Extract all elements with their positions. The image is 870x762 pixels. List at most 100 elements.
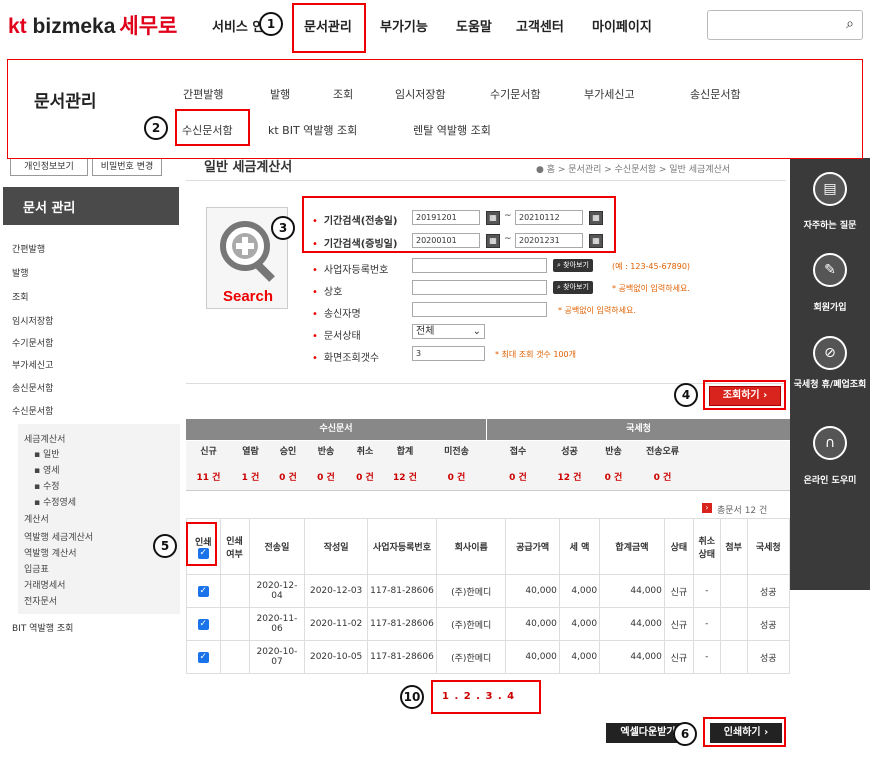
menu-temp-saved[interactable]: 임시저장함 bbox=[395, 86, 446, 102]
sub-statement[interactable]: 거래명세서 bbox=[24, 578, 65, 591]
sidebar-item-vat[interactable]: 부가세신고 bbox=[12, 358, 53, 371]
logo[interactable]: kt bizmeka 세무로 bbox=[8, 10, 177, 40]
sender-label: • 송신자명 bbox=[312, 309, 361, 320]
rb-signup[interactable]: 회원가입 bbox=[792, 300, 868, 313]
nav-service[interactable]: 서비스 안 bbox=[212, 16, 264, 35]
highlight-print-column bbox=[186, 522, 217, 566]
table-cell: 40,000 bbox=[505, 640, 560, 674]
menu-issue[interactable]: 발행 bbox=[270, 86, 290, 102]
table-cell bbox=[219, 640, 250, 674]
summary-header: 성공 bbox=[561, 447, 578, 457]
rb-faq[interactable]: 자주하는 질문 bbox=[792, 218, 868, 231]
rows-input[interactable]: 3 bbox=[412, 346, 485, 361]
sender-input[interactable] bbox=[412, 302, 547, 317]
invoice-table: 인쇄 ✓ 인쇄여부 전송일 작성일 사업자등록번호 회사이름 공급가액 세 액 합… bbox=[186, 518, 790, 674]
sidebar-item-received[interactable]: 수신문서함 bbox=[12, 404, 53, 417]
company-input[interactable] bbox=[412, 280, 547, 295]
nav-addon[interactable]: 부가기능 bbox=[380, 16, 428, 35]
sub-reverse-tax[interactable]: 역발행 세금계산서 bbox=[24, 530, 93, 543]
menu-rental-reverse[interactable]: 렌탈 역발행 조회 bbox=[413, 122, 491, 138]
title-divider bbox=[186, 180, 786, 181]
table-cell: 신규 bbox=[663, 574, 694, 608]
col-nts: 국세청 bbox=[746, 518, 790, 575]
callout-1: 1 bbox=[259, 12, 283, 36]
personal-info-button[interactable]: 개인정보보기 bbox=[10, 158, 88, 176]
menu-manual-docs[interactable]: 수기문서함 bbox=[490, 86, 541, 102]
nav-customer[interactable]: 고객센터 bbox=[516, 16, 564, 35]
pen-icon[interactable]: ✎ bbox=[813, 253, 847, 287]
summary-value: 0 건 bbox=[317, 473, 335, 483]
invoice-table-wrap: 인쇄 ✓ 인쇄여부 전송일 작성일 사업자등록번호 회사이름 공급가액 세 액 합… bbox=[186, 518, 790, 674]
sub-modified-zero[interactable]: ▪ 수정영세 bbox=[34, 495, 76, 508]
table-cell: 2020-11-02 bbox=[304, 607, 368, 641]
summary-header: 반송 bbox=[605, 447, 622, 457]
rb-closure[interactable]: 국세청 휴/폐업조회 bbox=[792, 380, 868, 391]
table-cell: 성공 bbox=[746, 574, 790, 608]
table-cell: 40,000 bbox=[505, 607, 560, 641]
col-status: 상태 bbox=[663, 518, 694, 575]
rb-online-help[interactable]: 온라인 도우미 bbox=[792, 473, 868, 486]
sidebar-item-temp[interactable]: 임시저장함 bbox=[12, 314, 53, 327]
search-icon[interactable]: ⌕ bbox=[846, 16, 854, 32]
table-cell: 44,000 bbox=[599, 607, 665, 641]
status-select[interactable]: 전체 ⌄ bbox=[412, 324, 485, 339]
find-button-company[interactable]: ⌕ 찾아보기 bbox=[553, 281, 593, 294]
menu-inquiry[interactable]: 조회 bbox=[333, 86, 353, 102]
highlight-print-button bbox=[703, 717, 786, 747]
table-cell: 4,000 bbox=[558, 640, 601, 674]
find-button-bizno[interactable]: ⌕ 찾아보기 bbox=[553, 259, 593, 272]
rows-note: * 최대 조회 갯수 100개 bbox=[495, 350, 576, 359]
sidebar-item-bit[interactable]: BIT 역발행 조회 bbox=[12, 621, 73, 634]
menu-sent-docs[interactable]: 송신문서함 bbox=[690, 86, 741, 102]
col-tax: 세 액 bbox=[558, 518, 601, 575]
block-icon[interactable]: ⊘ bbox=[813, 336, 847, 370]
table-cell bbox=[719, 574, 748, 608]
status-label: • 문서상태 bbox=[312, 331, 361, 342]
row-print-checkbox[interactable]: ✓ bbox=[197, 585, 209, 597]
sub-general[interactable]: ▪ 일반 bbox=[34, 447, 60, 460]
nav-help[interactable]: 도움말 bbox=[456, 16, 492, 35]
sidebar-item-manual[interactable]: 수기문서함 bbox=[12, 336, 53, 349]
summary-header: 열람 bbox=[242, 447, 259, 457]
arrow-icon: › bbox=[702, 503, 712, 513]
sub-tax-invoice[interactable]: 세금계산서 bbox=[24, 432, 65, 445]
bizno-note: (예 : 123-45-67890) bbox=[612, 262, 691, 271]
faq-icon[interactable]: ▤ bbox=[813, 172, 847, 206]
summary-value: 0 건 bbox=[509, 473, 527, 483]
nav-mypage[interactable]: 마이페이지 bbox=[592, 16, 652, 35]
summary-value: 0 건 bbox=[653, 473, 672, 483]
sub-modified[interactable]: ▪ 수정 bbox=[34, 479, 60, 492]
row-print-checkbox[interactable]: ✓ bbox=[197, 651, 209, 663]
breadcrumb: ● 홈 > 문서관리 > 수신문서함 > 일반 세금계산서 bbox=[536, 165, 731, 175]
global-search-input[interactable]: ⌕ bbox=[707, 10, 863, 40]
sidebar-heading: 문서 관리 bbox=[3, 187, 179, 225]
sub-reverse-invoice[interactable]: 역발행 계산서 bbox=[24, 546, 77, 559]
change-password-button[interactable]: 비밀번호 변경 bbox=[92, 158, 162, 176]
sub-edoc[interactable]: 전자문서 bbox=[24, 594, 57, 607]
sub-zero-rate[interactable]: ▪ 영세 bbox=[34, 463, 60, 476]
headset-icon[interactable]: ∩ bbox=[813, 426, 847, 460]
table-cell: 4,000 bbox=[558, 574, 601, 608]
sidebar-item-issue[interactable]: 발행 bbox=[12, 266, 29, 279]
table-cell: (주)한메디 bbox=[436, 574, 507, 608]
sidebar-item-simple-issue[interactable]: 간편발행 bbox=[12, 242, 45, 255]
table-row[interactable]: ✓ 2020-10-07 2020-10-05 117-81-28606 (주)한메디 4… bbox=[186, 640, 790, 674]
summary-header: 신규 bbox=[200, 447, 217, 457]
bizno-input[interactable] bbox=[412, 258, 547, 273]
table-cell bbox=[219, 574, 250, 608]
menu-simple-issue[interactable]: 간편발행 bbox=[183, 86, 223, 102]
summary-value: 0 건 bbox=[447, 473, 466, 483]
table-header-row: 인쇄 ✓ 인쇄여부 전송일 작성일 사업자등록번호 회사이름 공급가액 세 액 합… bbox=[186, 518, 790, 575]
menu-vat-report[interactable]: 부가세신고 bbox=[584, 86, 635, 102]
summary-group-received: 수신문서 bbox=[186, 419, 486, 440]
table-row[interactable]: ✓ 2020-11-06 2020-11-02 117-81-28606 (주)한메디 4… bbox=[186, 607, 790, 641]
sub-invoice[interactable]: 계산서 bbox=[24, 512, 49, 525]
sub-deposit[interactable]: 입금표 bbox=[24, 562, 49, 575]
table-row[interactable]: ✓ 2020-12-04 2020-12-03 117-81-28606 (주)한메디 4… bbox=[186, 574, 790, 608]
highlight-period bbox=[302, 196, 616, 253]
table-cell: 성공 bbox=[746, 607, 790, 641]
row-print-checkbox[interactable]: ✓ bbox=[197, 618, 209, 630]
sidebar-item-inquiry[interactable]: 조회 bbox=[12, 290, 29, 303]
menu-kt-bit-reverse[interactable]: kt BIT 역발행 조회 bbox=[268, 122, 357, 138]
sidebar-item-sent[interactable]: 송신문서함 bbox=[12, 381, 53, 394]
